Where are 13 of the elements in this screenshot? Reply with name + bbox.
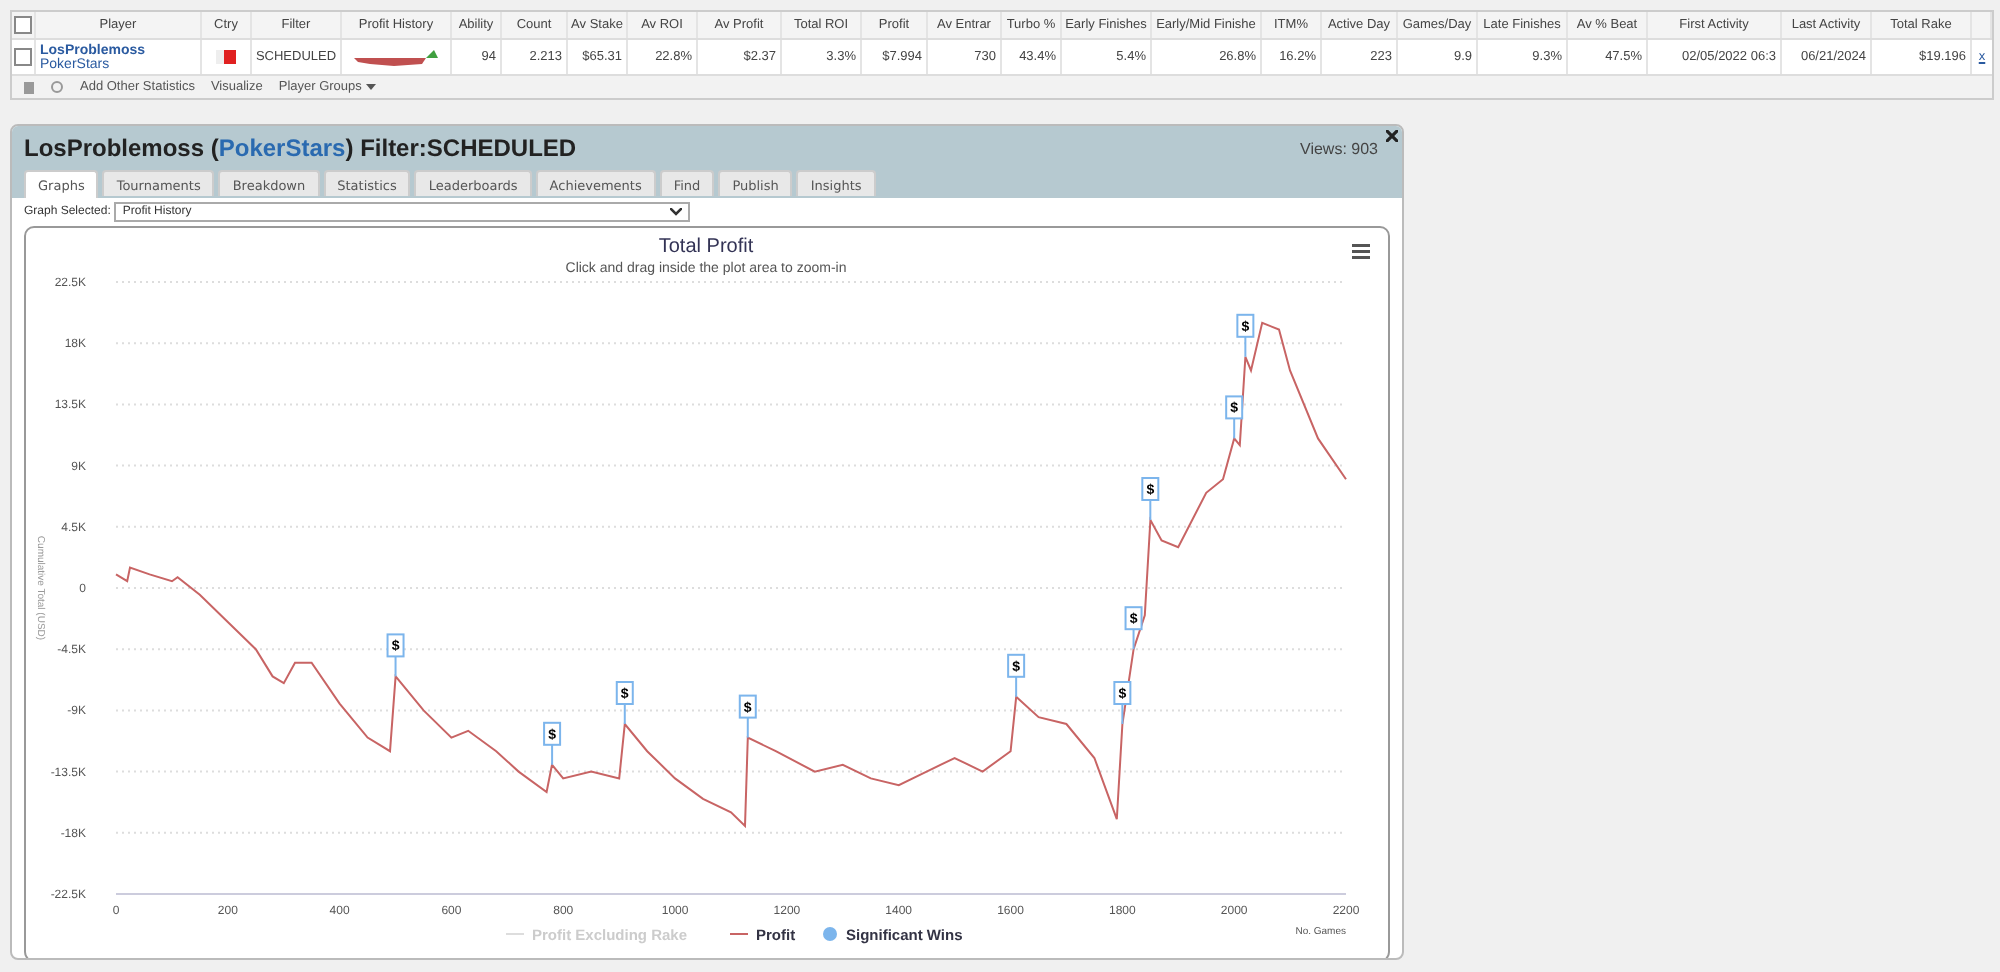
select-all-checkbox[interactable]: [14, 16, 32, 34]
panel-title: LosProblemoss (PokerStars) Filter:SCHEDULED: [24, 134, 577, 162]
trash-icon[interactable]: [24, 81, 34, 93]
chart-title: Total Profit: [658, 236, 754, 258]
views-count: Views: 903: [1300, 139, 1378, 157]
flag-icon: [216, 50, 236, 64]
menu-icon[interactable]: [1352, 244, 1370, 259]
caret-icon[interactable]: [365, 84, 376, 90]
row-checkbox[interactable]: [14, 48, 32, 66]
sparkline-drawing: [354, 49, 438, 65]
chevron-icon: [670, 208, 683, 216]
close-icon[interactable]: [1386, 130, 1398, 142]
refresh-icon[interactable]: [50, 80, 64, 94]
